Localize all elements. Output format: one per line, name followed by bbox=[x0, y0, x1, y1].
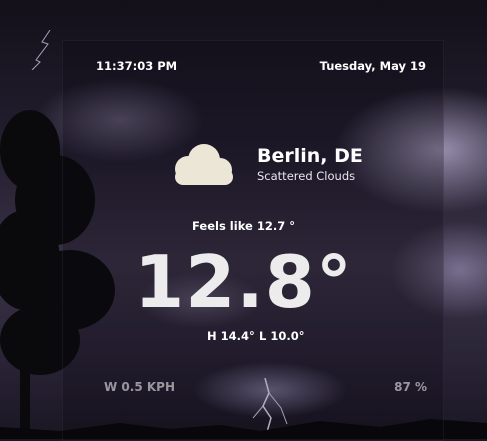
location-city: Berlin, DE bbox=[257, 145, 363, 167]
wind-speed: W 0.5 KPH bbox=[104, 380, 175, 394]
feels-like-temp: Feels like 12.7 ° bbox=[192, 219, 295, 233]
clock-date: Tuesday, May 19 bbox=[319, 59, 426, 73]
weather-condition: Scattered Clouds bbox=[257, 169, 356, 183]
low-temperature: L 10.0° bbox=[259, 329, 305, 343]
humidity: 87 % bbox=[394, 380, 427, 394]
high-temperature: H 14.4° bbox=[207, 329, 255, 343]
clock-time: 11:37:03 PM bbox=[96, 59, 178, 73]
lightning-bolt-top-left bbox=[31, 30, 51, 70]
current-temperature: 12.8° bbox=[134, 240, 353, 324]
cloud-icon bbox=[175, 144, 233, 185]
